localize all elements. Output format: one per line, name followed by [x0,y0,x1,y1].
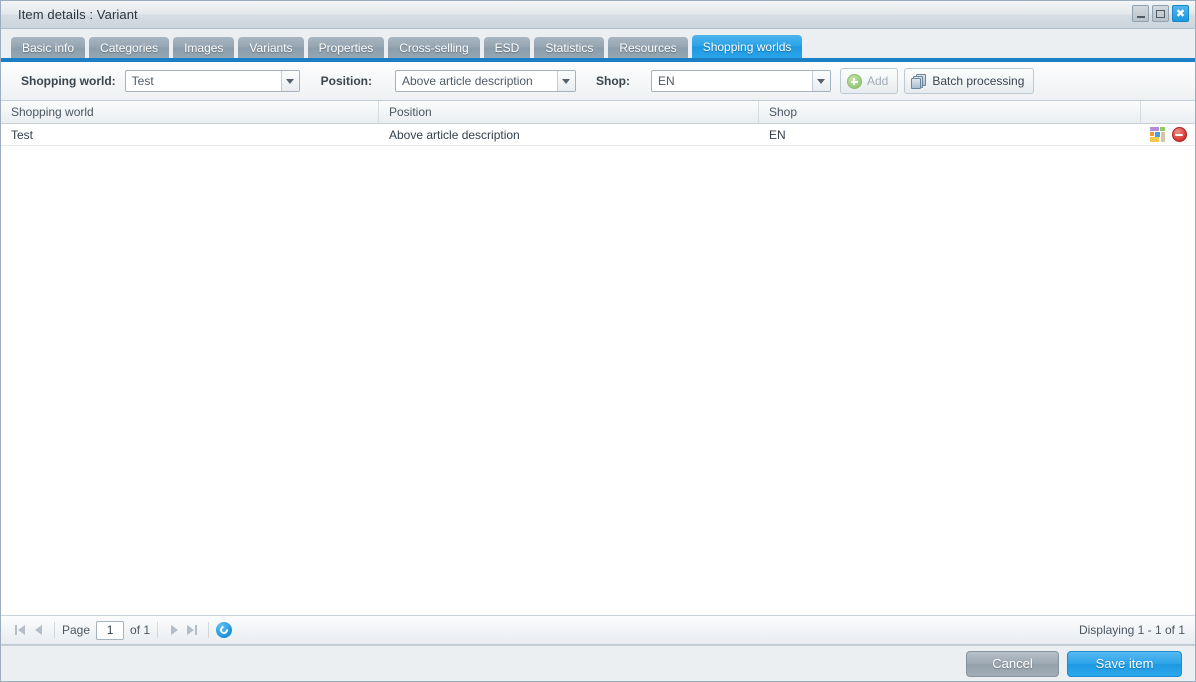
minimize-button[interactable] [1132,5,1149,22]
shopping-worlds-grid: Shopping world Position Shop Test Above … [1,101,1195,646]
chevron-down-icon[interactable] [556,71,575,91]
cell-actions [1141,124,1195,145]
maximize-icon [1156,9,1165,18]
chevron-left-icon [34,625,42,635]
dialog-footer: Cancel Save item [1,646,1195,681]
column-header-shop[interactable]: Shop [759,101,1141,123]
batch-processing-button[interactable]: Batch processing [904,68,1035,94]
add-button-label: Add [866,74,889,88]
maximize-button[interactable] [1152,5,1169,22]
tab-resources[interactable]: Resources [608,37,688,58]
page-total-label: of 1 [130,623,151,637]
shop-select[interactable]: EN [650,70,831,92]
pager-separator [54,622,55,638]
tab-cross-selling[interactable]: Cross-selling [388,37,480,58]
displaying-count: Displaying 1 - 1 of 1 [1078,623,1185,637]
add-button[interactable]: Add [839,68,899,94]
last-page-button[interactable] [183,621,201,639]
cell-shop: EN [769,127,786,142]
batch-processing-label: Batch processing [932,74,1025,88]
position-value: Above article description [401,74,533,88]
pager-separator [208,622,210,638]
page-number-input[interactable] [96,620,125,640]
column-header-shopping-world[interactable]: Shopping world [1,101,379,123]
filter-toolbar: Shopping world: Test Position: Above art… [1,62,1195,101]
grid-body: Test Above article description EN [1,124,1195,615]
first-page-button[interactable] [11,621,29,639]
chevron-right-icon [170,625,178,635]
close-icon: ✖ [1175,7,1186,20]
position-label: Position: [320,74,372,88]
next-page-button[interactable] [165,621,183,639]
shopping-world-select[interactable]: Test [124,70,300,92]
cancel-button[interactable]: Cancel [966,650,1059,677]
shopping-world-value: Test [131,74,154,88]
shop-label: Shop: [595,74,630,88]
tab-esd[interactable]: ESD [483,37,531,58]
chevron-down-icon[interactable] [280,71,299,91]
window-title: Item details : Variant [18,7,138,22]
grid-header-row: Shopping world Position Shop [1,101,1195,124]
window-controls: ✖ [1132,5,1189,22]
page-label: Page [62,623,91,637]
tab-properties[interactable]: Properties [307,37,385,58]
grid-pager: Page of 1 Displaying 1 - 1 of 1 [1,615,1195,645]
window-titlebar: Item details : Variant ✖ [1,1,1195,29]
pager-separator [157,622,159,638]
tab-variants[interactable]: Variants [238,37,304,58]
column-header-position[interactable]: Position [379,101,759,123]
tab-active-underline [1,58,1195,62]
cell-shopping-world: Test [11,127,34,142]
cell-position: Above article description [389,127,520,142]
tab-statistics[interactable]: Statistics [534,37,605,58]
refresh-icon[interactable] [216,622,233,638]
previous-page-button[interactable] [29,621,47,639]
plus-icon [846,73,862,89]
table-row[interactable]: Test Above article description EN [1,124,1195,146]
tab-basic-info[interactable]: Basic info [11,37,86,58]
item-details-window: Item details : Variant ✖ Basic info Cate… [0,0,1196,682]
shop-value: EN [657,74,675,88]
minimize-icon [1136,15,1145,18]
tab-categories[interactable]: Categories [89,37,170,58]
edit-layout-icon[interactable] [1149,127,1165,142]
pages-stack-icon [911,73,927,89]
tab-shopping-worlds[interactable]: Shopping worlds [691,35,803,58]
delete-icon[interactable] [1171,127,1187,142]
chevron-down-icon[interactable] [811,71,830,91]
column-header-actions [1141,101,1195,123]
tab-strip: Basic info Categories Images Variants Pr… [1,34,1195,58]
tab-images[interactable]: Images [173,37,235,58]
tab-strip-container: Basic info Categories Images Variants Pr… [1,29,1195,62]
shopping-world-label: Shopping world: [21,74,116,88]
save-item-button[interactable]: Save item [1067,650,1182,677]
position-select[interactable]: Above article description [394,70,576,92]
close-button[interactable]: ✖ [1172,5,1189,22]
